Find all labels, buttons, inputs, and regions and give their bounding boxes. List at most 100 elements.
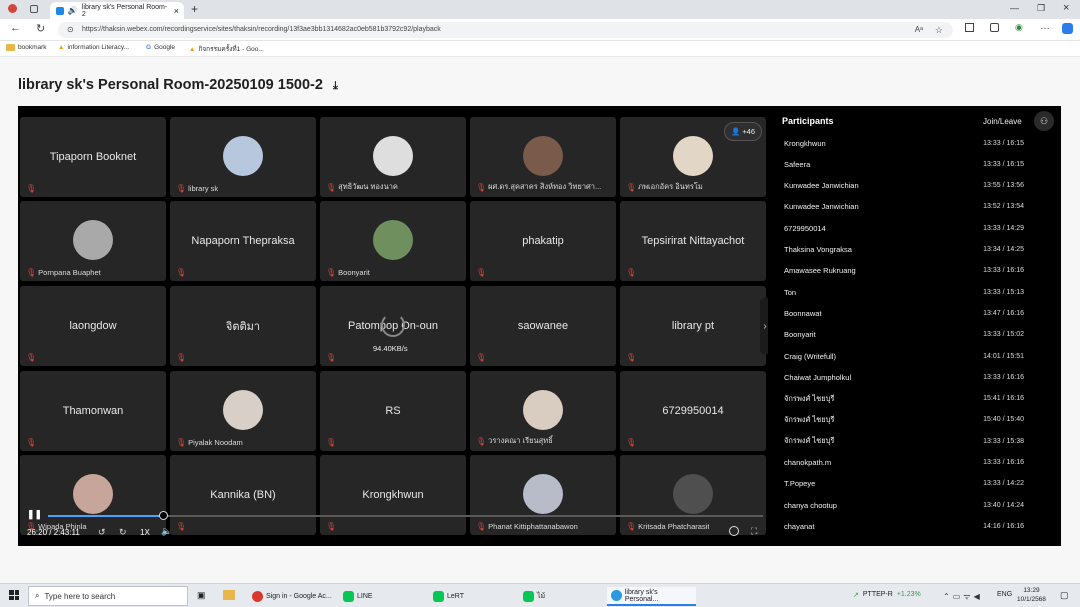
extension-icon[interactable]: ◉ — [1015, 22, 1023, 33]
more-menu-icon[interactable]: … — [1040, 21, 1050, 32]
video-tile: Tepsirirat Nittayachot 🎙 — [620, 201, 766, 281]
back-icon[interactable]: ← — [10, 22, 21, 34]
speed-button[interactable]: 1X — [140, 528, 150, 537]
bookmark-info-literacy[interactable]: ▲ information Literacy... — [58, 44, 129, 51]
minimize-icon[interactable]: — — [1010, 3, 1019, 13]
loading-spinner-icon — [381, 313, 405, 337]
taskbar-app-label: LeRT — [447, 593, 464, 600]
language-indicator[interactable]: ENG — [997, 591, 1012, 598]
active-tab[interactable]: 🔊 library sk's Personal Room-2 × — [50, 2, 184, 19]
mic-muted-icon: 🎙 — [626, 182, 637, 192]
avatar — [523, 136, 563, 176]
join-leave-time: 14:16 / 16:16 — [983, 522, 1024, 530]
line-icon — [343, 591, 354, 602]
bookmark-folder[interactable]: bookmark — [6, 44, 47, 51]
participant-row[interactable]: 6729950014 13:33 / 14:29 — [784, 219, 1024, 237]
participant-row[interactable]: Kunwadee Janwichian 13:52 / 13:54 — [784, 198, 1024, 216]
clock-date: 10/1/2568 — [1017, 596, 1046, 603]
close-window-icon[interactable]: × — [1063, 2, 1069, 14]
taskbar-app-line-mai[interactable]: ไม้ — [519, 587, 549, 606]
chrome-icon — [252, 591, 263, 602]
windows-taskbar: ⌕ Type here to search ▣ Sign in - Google… — [0, 583, 1080, 607]
taskbar-app-lert[interactable]: LeRT — [429, 587, 468, 606]
participant-row[interactable]: Ton 13:33 / 15:13 — [784, 283, 1024, 301]
seek-bar[interactable] — [48, 511, 763, 520]
participant-row[interactable]: Boonyarit 13:33 / 15:02 — [784, 326, 1024, 344]
join-leave-time: 13:34 / 14:25 — [983, 246, 1024, 253]
url-field[interactable]: ⊙ https://thaksin.webex.com/recordingser… — [58, 22, 953, 38]
tab-actions-icon[interactable] — [30, 5, 38, 13]
reload-icon[interactable]: ↻ — [36, 22, 45, 35]
seek-handle[interactable] — [159, 511, 169, 520]
taskbar-app-line[interactable]: LINE — [339, 587, 377, 606]
participant-row[interactable]: chanya chootup 13:40 / 14:24 — [784, 496, 1024, 514]
video-player[interactable]: Tipaporn Booknet 🎙 🎙 library sk 🎙 สุทธิวัฒน ท… — [18, 106, 1061, 546]
stock-widget[interactable]: ↗ PTTEP-R +1.23% — [853, 591, 921, 599]
participant-row[interactable]: Boonnawat 13:47 / 16:16 — [784, 304, 1024, 322]
close-tab-icon[interactable]: × — [174, 6, 179, 16]
collections-icon[interactable] — [990, 23, 999, 32]
participant-row[interactable]: Chaiwat Jumpholkul 13:33 / 16:16 — [784, 368, 1024, 386]
bookmark-google[interactable]: G Google — [146, 44, 175, 51]
participant-row[interactable]: จักรพงศ์ ไชยบุรี 13:33 / 15:38 — [784, 432, 1024, 450]
clock-time: 13:29 — [1023, 587, 1040, 594]
layout-icon[interactable] — [729, 526, 739, 536]
participants-toggle-icon[interactable]: ⚇ — [1034, 111, 1054, 131]
taskbar-app-label: library sk's Personal... — [624, 588, 659, 603]
participant-row[interactable]: Craig (Writefull) 14:01 / 15:51 — [784, 347, 1024, 365]
participant-name: จักรพงศ์ ไชยบุรี — [784, 436, 835, 446]
pause-icon[interactable]: ❚❚ — [27, 509, 42, 520]
bookmark-activity[interactable]: ▲ กิจกรรมครั้งที่1 - Goo... — [189, 44, 264, 54]
participant-row[interactable]: Krongkhwun 13:33 / 16:15 — [784, 134, 1024, 152]
system-tray-icons[interactable]: ⌃▭ᯤ◀ — [943, 591, 983, 602]
copilot-icon[interactable] — [1062, 23, 1073, 34]
notifications-icon[interactable]: ▢ — [1060, 590, 1069, 601]
more-count: +46 — [742, 127, 756, 136]
favorite-star-icon[interactable]: ☆ — [935, 22, 943, 38]
avatar — [223, 136, 263, 176]
tile-label: 🎙 — [176, 353, 186, 362]
participant-row[interactable]: Kunwadee Janwichian 13:55 / 13:56 — [784, 177, 1024, 195]
download-icon[interactable]: ⤓ — [333, 80, 338, 92]
clock[interactable]: 13:29 10/1/2568 — [1017, 586, 1046, 604]
profile-icon[interactable] — [8, 4, 17, 13]
participant-row[interactable]: chayanat 14:16 / 16:16 — [784, 517, 1024, 535]
volume-icon[interactable]: 🔈 — [161, 526, 172, 537]
taskbar-search[interactable]: ⌕ Type here to search — [28, 586, 188, 606]
restore-icon[interactable]: ❐ — [1037, 3, 1045, 14]
new-tab-icon[interactable]: + — [191, 2, 198, 16]
taskbar-app-chrome[interactable]: Sign in - Google Ac... — [248, 587, 336, 606]
rewind-icon[interactable]: ↺ — [98, 527, 106, 538]
join-leave-time: 13:47 / 16:16 — [983, 309, 1024, 317]
fullscreen-icon[interactable]: ⛶ — [751, 526, 757, 537]
participant-row[interactable]: Safeera 13:33 / 16:15 — [784, 155, 1024, 173]
drive-icon: ▲ — [58, 44, 65, 51]
read-aloud-icon[interactable]: Aᵃ — [915, 22, 923, 38]
file-explorer-icon[interactable] — [223, 590, 235, 600]
tile-name: Tepsirirat Nittayachot — [641, 235, 745, 247]
participant-row[interactable]: จักรพงศ์ ไชยบุรี 15:40 / 15:40 — [784, 411, 1024, 429]
mic-muted-icon: 🎙 — [176, 353, 187, 362]
participant-name: Kunwadee Janwichian — [784, 202, 859, 212]
task-view-icon[interactable]: ▣ — [197, 590, 206, 601]
participant-name: Krongkhwun — [784, 138, 826, 148]
forward-icon[interactable]: ↻ — [119, 527, 127, 538]
participant-row[interactable]: T.Popeye 13:33 / 14:22 — [784, 475, 1024, 493]
more-participants-badge[interactable]: 👤 +46 — [724, 122, 762, 141]
participant-row[interactable]: chanokpath.m 13:33 / 16:16 — [784, 454, 1024, 472]
tile-label: 🎙 Pornpana Buaphet — [26, 268, 101, 277]
participant-name: 6729950014 — [784, 223, 826, 233]
edge-icon — [611, 590, 622, 601]
taskbar-app-edge[interactable]: library sk's Personal... — [607, 587, 696, 606]
audio-icon[interactable]: 🔊 — [68, 6, 78, 15]
join-leave-time: 13:33 / 15:02 — [983, 331, 1024, 339]
participant-row[interactable]: Thaksina Vongraksa 13:34 / 14:25 — [784, 241, 1024, 259]
split-screen-icon[interactable] — [965, 23, 974, 32]
participant-name: Craig (Writefull) — [784, 351, 836, 361]
join-leave-time: 13:33 / 14:22 — [983, 480, 1024, 488]
participant-row[interactable]: Amawasee Rukruang 13:33 / 16:16 — [784, 262, 1024, 280]
windows-start-icon[interactable] — [9, 590, 19, 600]
avatar — [673, 474, 713, 514]
participant-row[interactable]: จักรพงศ์ ไชยบุรี 15:41 / 16:16 — [784, 390, 1024, 408]
join-leave-time: 13:33 / 16:16 — [983, 459, 1024, 466]
